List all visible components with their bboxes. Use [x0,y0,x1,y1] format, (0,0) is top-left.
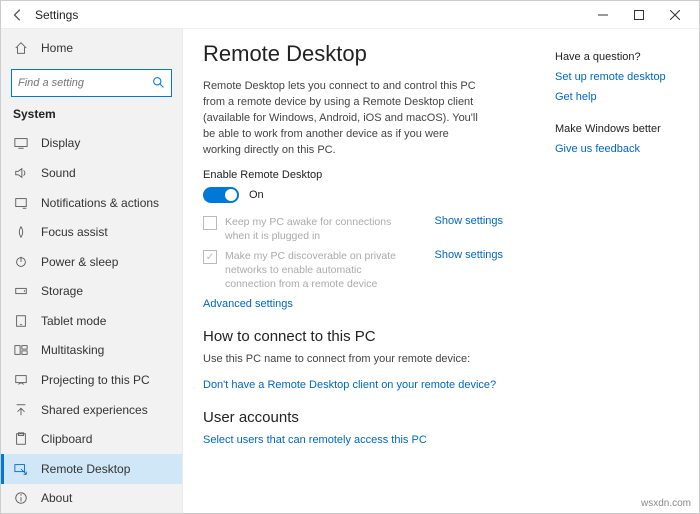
shared-icon [13,402,29,418]
sidebar-category: System [1,105,182,129]
main-area: Home System Display Sound Notifications … [1,29,699,513]
setup-remote-desktop-link[interactable]: Set up remote desktop [555,71,685,83]
discoverable-text: Make my PC discoverable on private netwo… [225,249,415,292]
keep-awake-checkbox[interactable] [203,216,217,230]
enable-remote-desktop-label: Enable Remote Desktop [203,169,503,181]
sidebar: Home System Display Sound Notifications … [1,29,183,513]
search-box[interactable] [11,69,172,97]
sidebar-item-sound[interactable]: Sound [1,158,182,188]
user-accounts-heading: User accounts [203,409,503,426]
multitasking-icon [13,342,29,358]
sidebar-item-label: Clipboard [41,432,92,446]
sidebar-item-label: Shared experiences [41,403,148,417]
sidebar-item-label: Tablet mode [41,314,106,328]
sidebar-item-notifications[interactable]: Notifications & actions [1,188,182,218]
sidebar-item-power-sleep[interactable]: Power & sleep [1,247,182,277]
toggle-track [203,187,239,203]
maximize-button[interactable] [621,1,657,29]
minimize-icon [598,10,608,20]
settings-window: Settings Home System Display [0,0,700,514]
arrow-left-icon [11,8,25,22]
aside-column: Have a question? Set up remote desktop G… [555,41,685,501]
sidebar-item-label: Sound [41,166,76,180]
focus-assist-icon [13,224,29,240]
sidebar-item-tablet-mode[interactable]: Tablet mode [1,306,182,336]
no-client-link[interactable]: Don't have a Remote Desktop client on yo… [203,379,503,391]
discoverable-checkbox[interactable]: ✓ [203,250,217,264]
get-help-link[interactable]: Get help [555,91,685,103]
toggle-knob [225,189,237,201]
sidebar-item-display[interactable]: Display [1,129,182,159]
page-description: Remote Desktop lets you connect to and c… [203,79,483,159]
window-title: Settings [35,8,78,22]
sidebar-item-label: About [41,491,72,505]
toggle-state-label: On [249,189,264,201]
sidebar-item-label: Notifications & actions [41,196,159,210]
search-input[interactable] [18,77,148,89]
sidebar-item-label: Display [41,136,80,150]
sound-icon [13,165,29,181]
content-area: Remote Desktop Remote Desktop lets you c… [183,29,699,513]
keep-awake-option: Keep my PC awake for connections when it… [203,215,503,243]
sidebar-home-label: Home [41,41,73,55]
close-button[interactable] [657,1,693,29]
keep-awake-show-settings[interactable]: Show settings [435,215,503,227]
select-users-link[interactable]: Select users that can remotely access th… [203,434,503,446]
discoverable-show-settings[interactable]: Show settings [435,249,503,261]
sidebar-item-label: Remote Desktop [41,462,130,476]
sidebar-item-multitasking[interactable]: Multitasking [1,336,182,366]
keep-awake-text: Keep my PC awake for connections when it… [225,215,415,243]
search-icon [152,76,165,89]
page-title: Remote Desktop [203,41,503,67]
minimize-button[interactable] [585,1,621,29]
sidebar-home[interactable]: Home [1,33,182,63]
sidebar-item-projecting[interactable]: Projecting to this PC [1,365,182,395]
how-to-connect-text: Use this PC name to connect from your re… [203,353,503,365]
watermark: wsxdn.com [641,498,691,509]
storage-icon [13,283,29,299]
sidebar-item-clipboard[interactable]: Clipboard [1,424,182,454]
sidebar-item-about[interactable]: About [1,484,182,513]
close-icon [670,10,680,20]
tablet-icon [13,313,29,329]
discoverable-option: ✓ Make my PC discoverable on private net… [203,249,503,292]
sidebar-item-remote-desktop[interactable]: Remote Desktop [1,454,182,484]
sidebar-item-shared-experiences[interactable]: Shared experiences [1,395,182,425]
home-icon [13,40,29,56]
about-icon [13,490,29,506]
notifications-icon [13,195,29,211]
display-icon [13,135,29,151]
give-feedback-link[interactable]: Give us feedback [555,143,685,155]
sidebar-item-focus-assist[interactable]: Focus assist [1,217,182,247]
center-column: Remote Desktop Remote Desktop lets you c… [203,41,503,501]
titlebar: Settings [1,1,699,29]
how-to-connect-heading: How to connect to this PC [203,328,503,345]
back-button[interactable] [7,4,29,26]
power-icon [13,254,29,270]
sidebar-item-label: Storage [41,284,83,298]
sidebar-item-label: Projecting to this PC [41,373,150,387]
clipboard-icon [13,431,29,447]
projecting-icon [13,372,29,388]
make-windows-better-heading: Make Windows better [555,123,685,135]
sidebar-item-label: Multitasking [41,343,104,357]
advanced-settings-link[interactable]: Advanced settings [203,298,503,310]
sidebar-item-label: Focus assist [41,225,108,239]
enable-remote-desktop-toggle[interactable]: On [203,187,503,203]
maximize-icon [634,10,644,20]
sidebar-item-label: Power & sleep [41,255,118,269]
remote-desktop-icon [13,461,29,477]
have-question-heading: Have a question? [555,51,685,63]
sidebar-item-storage[interactable]: Storage [1,276,182,306]
